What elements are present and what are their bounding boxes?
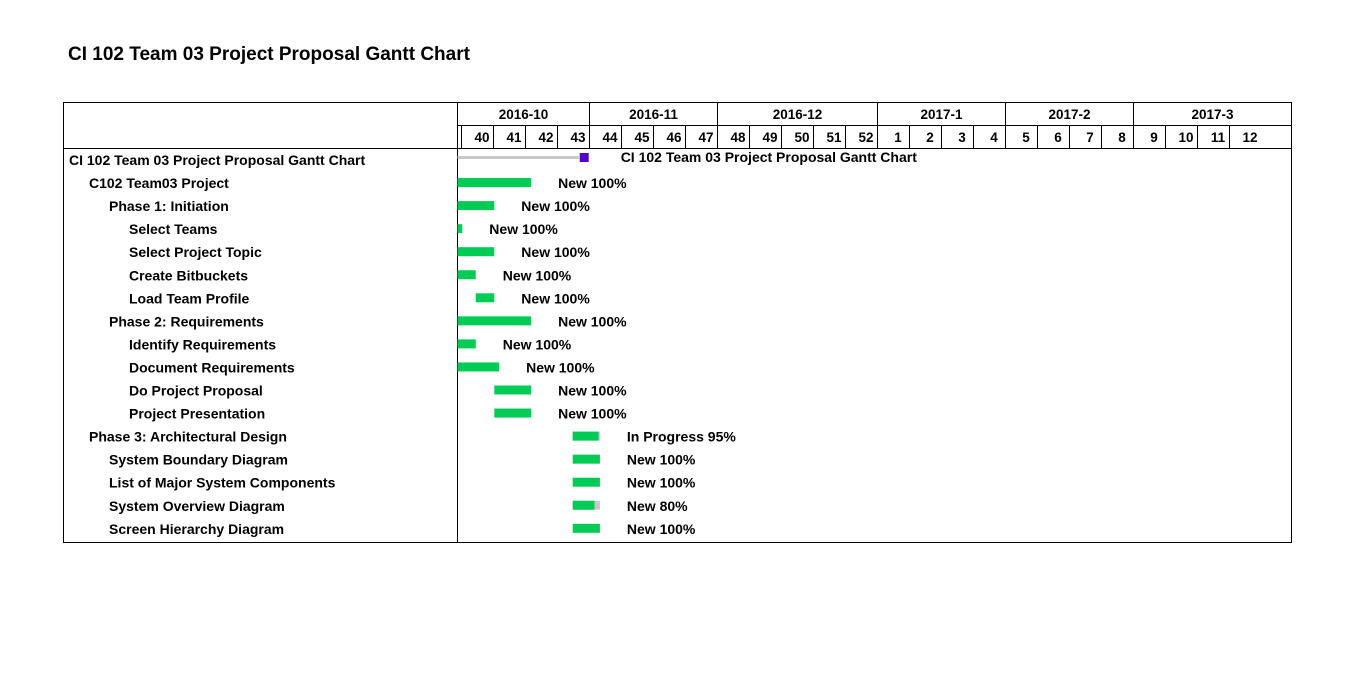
task-bar — [457, 201, 495, 211]
task-bar — [572, 523, 600, 533]
task-name: Create Bitbuckets — [129, 267, 248, 283]
week-label: 4 — [990, 130, 998, 145]
task-status-label: New 100% — [521, 290, 590, 306]
task-name: Project Presentation — [129, 406, 265, 422]
task-name: Do Project Proposal — [129, 383, 263, 399]
task-name: Document Requirements — [129, 359, 295, 375]
task-status-label: New 100% — [558, 383, 627, 399]
week-label: 10 — [1178, 130, 1193, 145]
week-label: 41 — [506, 130, 522, 145]
task-name: Screen Hierarchy Diagram — [109, 521, 284, 537]
task-bar — [475, 293, 495, 303]
week-label: 52 — [858, 130, 873, 145]
task-name: Phase 2: Requirements — [109, 313, 264, 329]
week-label: 40 — [474, 130, 489, 145]
week-label: 42 — [538, 130, 553, 145]
week-label: 7 — [1086, 130, 1094, 145]
week-label: 3 — [958, 130, 966, 145]
task-bar — [494, 385, 532, 395]
task-bar — [457, 339, 476, 349]
task-bar — [572, 500, 595, 510]
task-status-label: In Progress 95% — [627, 429, 736, 445]
week-label: 11 — [1211, 130, 1226, 145]
month-label: 2016-12 — [773, 107, 823, 122]
month-label: 2017-2 — [1048, 107, 1090, 122]
task-status-label: New 100% — [503, 267, 572, 283]
project-summary-bar — [457, 156, 579, 159]
task-name: Identify Requirements — [129, 336, 276, 352]
task-name: System Boundary Diagram — [109, 452, 288, 468]
task-status-label: New 100% — [558, 406, 627, 422]
task-bar — [572, 431, 599, 441]
task-name: Select Project Topic — [129, 244, 262, 260]
task-status-label: New 100% — [558, 175, 627, 191]
task-name: Select Teams — [129, 221, 218, 237]
task-status-label: New 80% — [627, 498, 688, 514]
task-bar — [457, 224, 463, 234]
task-name: System Overview Diagram — [109, 498, 285, 514]
month-label: 2017-1 — [920, 107, 963, 122]
month-label: 2017-3 — [1191, 107, 1234, 122]
task-bar — [457, 270, 476, 280]
gantt-chart: 2016-1040 41 42 432016-1144 45 46 472016-1248 4… — [63, 102, 1292, 543]
task-name: List of Major System Components — [109, 475, 336, 491]
week-label: 6 — [1054, 130, 1062, 145]
task-status-label: New 100% — [627, 475, 696, 491]
task-status-label: New 100% — [558, 313, 627, 329]
week-label: 46 — [666, 130, 682, 145]
task-name: Phase 3: Architectural Design — [89, 429, 287, 445]
week-label: 51 — [826, 130, 842, 145]
week-label: 47 — [698, 130, 713, 145]
task-name: CI 102 Team 03 Project Proposal Gantt Ch… — [69, 152, 366, 168]
month-label: 2016-11 — [629, 107, 678, 122]
week-label: 9 — [1150, 130, 1158, 145]
task-bar — [494, 408, 532, 418]
task-bar — [457, 316, 532, 326]
task-name: C102 Team03 Project — [89, 175, 229, 191]
week-label: 5 — [1022, 130, 1030, 145]
task-bar — [457, 362, 500, 372]
week-label: 43 — [570, 130, 586, 145]
week-label: 50 — [794, 130, 809, 145]
week-label: 45 — [634, 130, 650, 145]
task-status-label: New 100% — [521, 198, 590, 214]
project-milestone-marker — [579, 153, 589, 162]
project-bar-label: CI 102 Team 03 Project Proposal Gantt Ch… — [621, 149, 918, 165]
task-status-label: New 100% — [503, 336, 572, 352]
task-bar — [572, 454, 600, 464]
task-bar — [457, 178, 532, 188]
task-status-label: New 100% — [627, 452, 696, 468]
week-label: 49 — [762, 130, 777, 145]
week-label: 1 — [894, 130, 902, 145]
task-bar — [457, 247, 495, 257]
week-label: 12 — [1242, 130, 1257, 145]
week-label: 2 — [926, 130, 934, 145]
task-name: Phase 1: Initiation — [109, 198, 229, 214]
week-label: 44 — [602, 130, 618, 145]
task-status-label: New 100% — [521, 244, 590, 260]
task-status-label: New 100% — [627, 521, 696, 537]
week-label: 8 — [1118, 130, 1126, 145]
task-status-label: New 100% — [526, 359, 595, 375]
month-label: 2016-10 — [499, 107, 549, 122]
task-status-label: New 100% — [489, 221, 558, 237]
week-label: 48 — [730, 130, 746, 145]
task-name: Load Team Profile — [129, 290, 250, 306]
task-bar — [572, 477, 600, 487]
